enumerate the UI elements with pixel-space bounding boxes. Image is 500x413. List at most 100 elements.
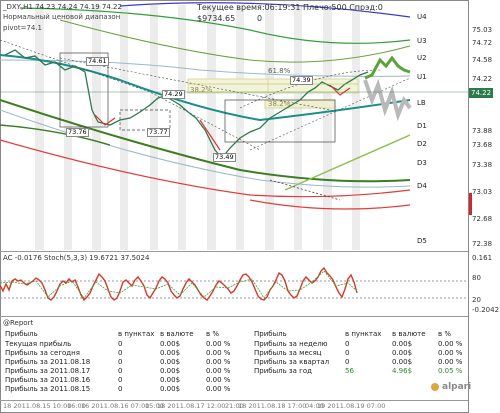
chart-window: _DXY,H1 74.23 74.24 74.19 74.22 Нормальн… bbox=[0, 0, 500, 413]
report-header-points: в пунктах bbox=[345, 330, 382, 338]
report-row-percent: 0.05 % bbox=[438, 367, 463, 375]
report-row-points: 56 bbox=[345, 367, 354, 375]
panel-separator bbox=[0, 400, 468, 401]
fib-382-label-b: 38.2% bbox=[268, 100, 291, 108]
alpari-logo: alpari bbox=[442, 382, 472, 392]
report-row-percent: 0.00 % bbox=[438, 358, 463, 366]
report-row-percent: 0.00 % bbox=[206, 385, 231, 393]
report-row-percent: 0.00 % bbox=[438, 349, 463, 357]
time-label: Текущее время:06:19:31 Плечо:500 Спрэд:0 bbox=[197, 3, 383, 12]
report-row-label: Прибыль за 2011.08.15 bbox=[5, 385, 91, 393]
level-d5: D5 bbox=[417, 237, 427, 245]
level-u2: U2 bbox=[417, 54, 427, 62]
price-tick: 74.72 bbox=[472, 39, 493, 47]
report-title: @Report bbox=[3, 319, 34, 327]
report-row-currency: 4.96$ bbox=[392, 367, 413, 375]
report-header-percent: в % bbox=[438, 330, 452, 338]
report-row-points: 0 bbox=[345, 349, 350, 357]
level-d1: D1 bbox=[417, 122, 427, 130]
report-header-label: Прибыль bbox=[5, 330, 38, 338]
report-row-currency: 0.00$ bbox=[392, 358, 413, 366]
report-row-points: 0 bbox=[118, 340, 123, 348]
report-row-percent: 0.00 % bbox=[206, 349, 231, 357]
zero-label: 0 bbox=[257, 14, 263, 23]
report-row-currency: 0.00$ bbox=[160, 358, 181, 366]
price-annotation-1: 74.61 bbox=[86, 57, 109, 66]
oscillator-tick: -0.2042 bbox=[472, 306, 500, 314]
level-u1: U1 bbox=[417, 73, 427, 81]
report-row-points: 0 bbox=[118, 376, 123, 384]
report-row-currency: 0.00$ bbox=[392, 349, 413, 357]
report-row-label: Текущая прибыль bbox=[5, 340, 72, 348]
indicator-title: Нормальный ценовой диапазон bbox=[3, 13, 121, 21]
time-tick: 18 2011.08.17 12:00 bbox=[157, 402, 226, 410]
report-row-label: Прибыль за 2011.08.17 bbox=[5, 367, 91, 375]
price-tick: 73.88 bbox=[472, 127, 493, 135]
price-annotation-4: 73.77 bbox=[147, 128, 170, 137]
time-tick: 19 2011.08.19 07:00 bbox=[317, 402, 386, 410]
price-annotation-2: 73.76 bbox=[66, 128, 89, 137]
level-u4: U4 bbox=[417, 13, 427, 21]
level-u3: U3 bbox=[417, 37, 427, 45]
report-row-currency: 0.00$ bbox=[160, 340, 181, 348]
oscillator-tick: 80 bbox=[472, 274, 481, 282]
price-tick: 73.38 bbox=[472, 161, 493, 169]
report-row-points: 0 bbox=[345, 340, 350, 348]
oscillator-tick: 0.161 bbox=[472, 254, 493, 262]
report-row-label: Прибыль за неделю bbox=[254, 340, 328, 348]
report-row-label: Прибыль за 2011.08.16 bbox=[5, 376, 91, 384]
price-annotation-6: 74.39 bbox=[290, 76, 313, 85]
price-annotation-3: 74.29 bbox=[162, 90, 185, 99]
report-row-currency: 0.00$ bbox=[392, 340, 413, 348]
time-tick: 18 2011.08.18 17:00 bbox=[238, 402, 307, 410]
report-header-percent: в % bbox=[206, 330, 220, 338]
report-row-label: Прибыль за сегодня bbox=[5, 349, 80, 357]
price-tick: 72.68 bbox=[472, 215, 493, 223]
report-row-label: Прибыль за 2011.08.18 bbox=[5, 358, 91, 366]
report-header-currency: в валюте bbox=[160, 330, 194, 338]
report-row-currency: 0.00$ bbox=[160, 376, 181, 384]
price-tick: 73.03 bbox=[472, 188, 493, 196]
pivot-label: pivot=74.1 bbox=[3, 24, 43, 32]
report-row-percent: 0.00 % bbox=[206, 358, 231, 366]
report-row-percent: 0.00 % bbox=[206, 367, 231, 375]
report-header-points: в пунктах bbox=[118, 330, 155, 338]
price-tick: 72.38 bbox=[472, 240, 493, 248]
fib-382-label-a: 38.2% bbox=[190, 86, 213, 94]
report-row-points: 0 bbox=[118, 367, 123, 375]
report-row-currency: 0.00$ bbox=[160, 367, 181, 375]
oscillator-chart[interactable] bbox=[0, 253, 468, 315]
current-price-box: 74.22 bbox=[469, 88, 494, 98]
report-header-label: Прибыль bbox=[254, 330, 287, 338]
level-d4: D4 bbox=[417, 182, 427, 190]
report-row-label: Прибыль за квартал bbox=[254, 358, 330, 366]
report-row-percent: 0.00 % bbox=[206, 340, 231, 348]
report-header-currency: в валюте bbox=[392, 330, 426, 338]
report-row-percent: 0.00 % bbox=[438, 340, 463, 348]
red-marker bbox=[469, 193, 472, 215]
report-row-points: 0 bbox=[118, 385, 123, 393]
time-tick: 16 2011.08.16 07:00 bbox=[81, 402, 150, 410]
fib-618-label: 61.8% bbox=[268, 67, 291, 75]
report-row-currency: 0.00$ bbox=[160, 385, 181, 393]
report-row-currency: 0.00$ bbox=[160, 349, 181, 357]
price-annotation-5: 73.49 bbox=[213, 153, 236, 162]
time-tick: 18 2011.08.15 10:00 bbox=[3, 402, 72, 410]
report-row-percent: 0.00 % bbox=[206, 376, 231, 384]
report-row-points: 0 bbox=[118, 349, 123, 357]
price-tick: 75.03 bbox=[472, 26, 493, 34]
symbol-line: _DXY,H1 74.23 74.24 74.19 74.22 bbox=[3, 3, 122, 11]
report-row-points: 0 bbox=[118, 358, 123, 366]
report-row-points: 0 bbox=[345, 358, 350, 366]
panel-separator bbox=[0, 251, 468, 252]
level-lb: LB bbox=[417, 99, 426, 107]
level-d3: D3 bbox=[417, 159, 427, 167]
price-tick: 73.68 bbox=[472, 141, 493, 149]
balance-label: $9734.65 bbox=[197, 14, 236, 23]
panel-separator bbox=[0, 316, 468, 317]
report-row-label: Прибыль за месяц bbox=[254, 349, 322, 357]
price-tick: 74.22 bbox=[472, 75, 493, 83]
report-row-label: Прибыль за год bbox=[254, 367, 312, 375]
oscillator-tick: 20 bbox=[472, 296, 481, 304]
level-d2: D2 bbox=[417, 140, 427, 148]
